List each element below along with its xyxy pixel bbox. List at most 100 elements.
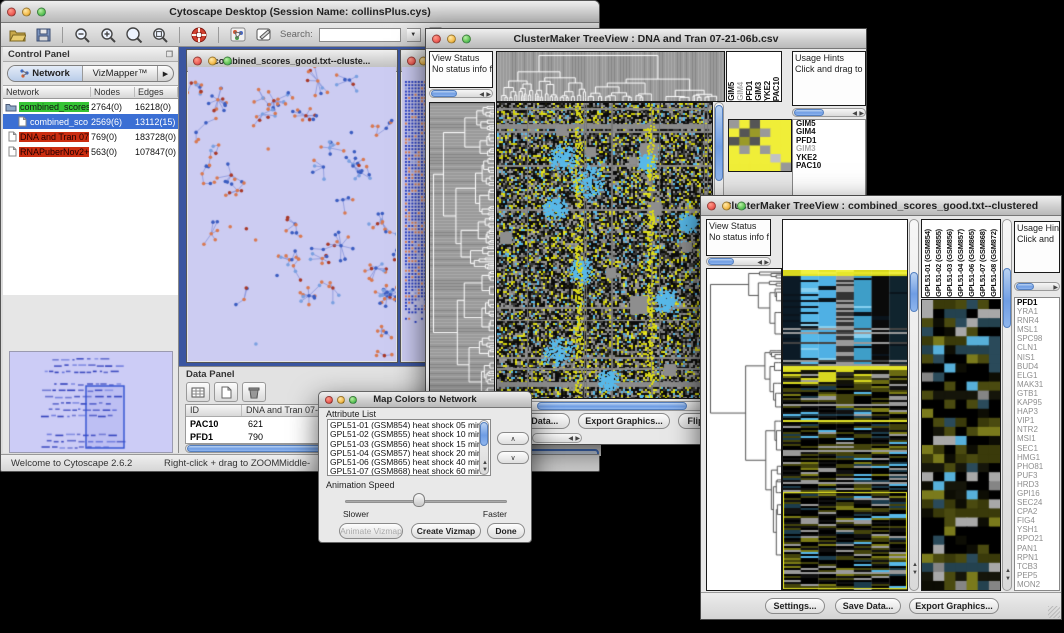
gene-label[interactable]: VIP1: [1017, 416, 1059, 425]
treeview1-button[interactable]: Export Graphics...: [578, 413, 670, 429]
view-status-scrollbar[interactable]: ◀▶: [706, 257, 771, 266]
gene-label[interactable]: PHO81: [1017, 462, 1059, 471]
column-dendrogram-pane[interactable]: [496, 51, 725, 102]
attribute-list-scrollbar[interactable]: ▲▼: [479, 420, 489, 475]
move-down-button[interactable]: ∨: [497, 451, 529, 464]
gene-label[interactable]: HMG1: [1017, 453, 1059, 462]
gene-label[interactable]: PUF3: [1017, 471, 1059, 480]
gene-list-scrollbar[interactable]: ▲▼: [1002, 219, 1012, 591]
row-dendrogram-pane[interactable]: [429, 102, 495, 399]
new-attribute-icon[interactable]: [214, 382, 238, 402]
attribute-list-item[interactable]: GPL51-01 (GSM854) heat shock 05 min: [328, 420, 490, 429]
close-icon[interactable]: [193, 56, 202, 65]
gene-label[interactable]: TCB3: [1017, 562, 1059, 571]
treeview2-button[interactable]: Save Data...: [835, 598, 901, 614]
search-dropdown-icon[interactable]: ▼: [407, 28, 421, 42]
gene-label[interactable]: CPA2: [1017, 507, 1059, 516]
move-up-button[interactable]: ∧: [497, 432, 529, 445]
zoom-in-icon[interactable]: [98, 26, 118, 44]
attr-col-id[interactable]: ID: [186, 405, 242, 416]
gene-label[interactable]: RNR4: [1017, 316, 1059, 325]
col-nodes[interactable]: Nodes: [91, 87, 135, 97]
done-button[interactable]: Done: [487, 523, 525, 539]
help-lifering-icon[interactable]: [189, 26, 209, 44]
close-icon[interactable]: [707, 201, 716, 210]
similarity-matrix-pane[interactable]: [728, 119, 792, 172]
attribute-list-item[interactable]: GPL51-03 (GSM856) heat shock 15 min: [328, 439, 490, 448]
gene-label[interactable]: GPI16: [1017, 489, 1059, 498]
float-panel-icon[interactable]: ❐: [166, 50, 173, 59]
create-vizmap-button[interactable]: Create Vizmap: [411, 523, 481, 539]
gene-label[interactable]: YSH1: [1017, 525, 1059, 534]
delete-attribute-icon[interactable]: [242, 382, 266, 402]
gene-label[interactable]: RPO21: [1017, 534, 1059, 543]
gene-label[interactable]: CLN1: [1017, 343, 1059, 352]
view-status-scrollbar[interactable]: ◀▶: [429, 89, 493, 98]
attribute-list-item[interactable]: GPL51-02 (GSM855) heat shock 10 min: [328, 429, 490, 438]
zoom-window-icon[interactable]: [349, 396, 357, 404]
treeview2-button[interactable]: Export Graphics...: [909, 598, 999, 614]
close-icon[interactable]: [325, 396, 333, 404]
network-overview-icon[interactable]: [228, 26, 248, 44]
heatmap-pane[interactable]: [496, 102, 713, 399]
gene-label[interactable]: RPN1: [1017, 553, 1059, 562]
gene-label[interactable]: GTB1: [1017, 389, 1059, 398]
birdseye-overview[interactable]: [9, 351, 173, 453]
gene-label[interactable]: HAP3: [1017, 407, 1059, 416]
gene-label[interactable]: NTR2: [1017, 425, 1059, 434]
network-tree-row[interactable]: RNAPuberNov2+!563(0)107847(0): [3, 144, 178, 159]
zoom-out-icon[interactable]: [72, 26, 92, 44]
col-network[interactable]: Network: [3, 87, 91, 97]
save-icon[interactable]: [33, 26, 53, 44]
matrix-row-label[interactable]: PAC10: [796, 162, 865, 170]
gene-label[interactable]: PFD1: [1017, 298, 1059, 307]
select-attributes-icon[interactable]: [186, 382, 210, 402]
gene-label[interactable]: SEC24: [1017, 498, 1059, 507]
gene-label[interactable]: NIS1: [1017, 353, 1059, 362]
bottom-scrollbar-fragment[interactable]: ◀▶: [532, 433, 582, 443]
usage-hints-scrollbar[interactable]: ▶: [1014, 282, 1060, 291]
minimize-icon[interactable]: [22, 7, 31, 16]
resize-grip[interactable]: [1048, 606, 1060, 618]
zoom-selected-icon[interactable]: [150, 26, 170, 44]
gene-label[interactable]: MSI1: [1017, 434, 1059, 443]
minimize-icon[interactable]: [208, 56, 217, 65]
zoomed-heatmap-pane[interactable]: [921, 299, 1001, 591]
main-title-bar[interactable]: Cytoscape Desktop (Session Name: collins…: [1, 1, 599, 23]
gene-label[interactable]: KAP95: [1017, 398, 1059, 407]
heatmap-vscrollbar[interactable]: ▲▼: [909, 219, 919, 591]
gene-label[interactable]: PEP5: [1017, 571, 1059, 580]
zoom-fit-icon[interactable]: [124, 26, 144, 44]
tab-vizmapper[interactable]: VizMapper™: [83, 66, 158, 81]
network-graph-canvas[interactable]: [188, 67, 396, 361]
gene-label[interactable]: YRA1: [1017, 307, 1059, 316]
minimize-icon[interactable]: [722, 201, 731, 210]
attribute-list-item[interactable]: GPL51-06 (GSM865) heat shock 40 min: [328, 457, 490, 466]
close-icon[interactable]: [7, 7, 16, 16]
slider-thumb[interactable]: [413, 493, 425, 507]
close-icon[interactable]: [432, 34, 441, 43]
gene-label[interactable]: PAN1: [1017, 544, 1059, 553]
network-tree-row[interactable]: combined_sco2569(6)13112(15): [3, 114, 178, 129]
open-file-icon[interactable]: [7, 26, 27, 44]
annotation-icon[interactable]: [254, 26, 274, 44]
heatmap-pane[interactable]: [782, 219, 908, 591]
gene-label[interactable]: MON2: [1017, 580, 1059, 589]
tab-network[interactable]: Network: [8, 66, 83, 81]
gene-label[interactable]: SEC1: [1017, 444, 1059, 453]
zoom-window-icon[interactable]: [737, 201, 746, 210]
zoom-window-icon[interactable]: [37, 7, 46, 16]
animate-vizmap-button[interactable]: Animate Vizmap: [339, 523, 403, 539]
network-tree-row[interactable]: combined_scores_2764(0)16218(0): [3, 99, 178, 114]
close-icon[interactable]: [407, 56, 416, 65]
gene-label[interactable]: FIG4: [1017, 516, 1059, 525]
gene-label[interactable]: MSL1: [1017, 325, 1059, 334]
gene-label[interactable]: HRD3: [1017, 480, 1059, 489]
zoom-window-icon[interactable]: [223, 56, 232, 65]
search-input[interactable]: [319, 28, 401, 42]
attribute-list-item[interactable]: GPL51-07 (GSM868) heat shock 60 min: [328, 466, 490, 475]
animation-speed-slider[interactable]: [345, 500, 507, 503]
minimize-icon[interactable]: [447, 34, 456, 43]
gene-label[interactable]: ELG1: [1017, 371, 1059, 380]
gene-label[interactable]: MAK31: [1017, 380, 1059, 389]
